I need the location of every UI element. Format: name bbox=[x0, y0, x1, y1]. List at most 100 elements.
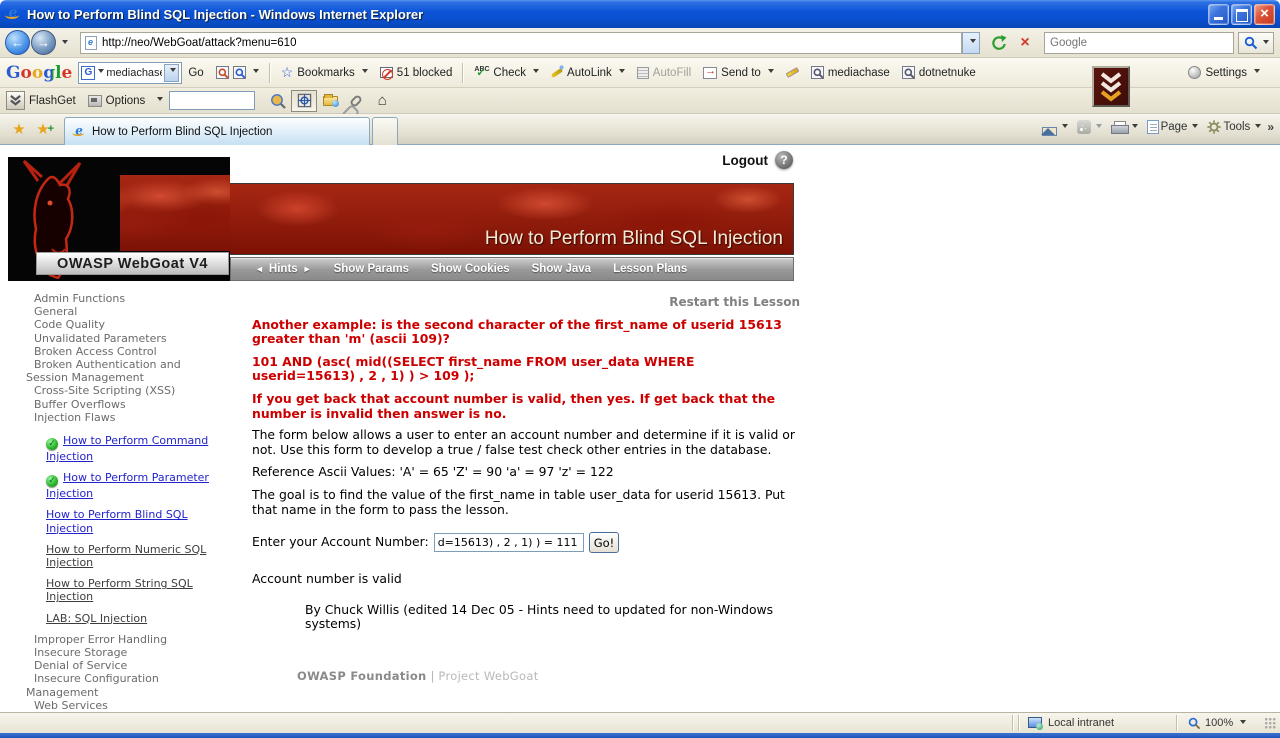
zoom-dropdown[interactable] bbox=[1240, 720, 1246, 727]
custom-search-mediachase-button[interactable]: mediachase bbox=[805, 61, 896, 85]
google-go-button[interactable]: Go bbox=[182, 61, 209, 85]
security-zone-panel[interactable]: Local intranet bbox=[1022, 717, 1174, 729]
highlighter-icon bbox=[785, 67, 799, 78]
popup-blocker-button[interactable]: 51 blocked bbox=[374, 61, 459, 85]
status-separator bbox=[1018, 715, 1020, 731]
lesson-item: LAB: SQL Injection bbox=[46, 612, 218, 625]
lesson-link-parameter-injection[interactable]: How to Perform Parameter Injection bbox=[46, 471, 209, 500]
search-tools-dropdown[interactable] bbox=[253, 69, 259, 76]
lesson-link-lab-sql-injection[interactable]: LAB: SQL Injection bbox=[46, 612, 147, 625]
close-button[interactable] bbox=[1254, 4, 1275, 25]
address-url[interactable]: http://neo/WebGoat/attack?menu=610 bbox=[102, 37, 296, 49]
autolink-button[interactable]: AutoLink bbox=[545, 61, 631, 85]
menu-show-params[interactable]: Show Params bbox=[334, 263, 409, 275]
menu-hints[interactable]: Hints bbox=[255, 263, 312, 275]
account-number-input[interactable] bbox=[434, 533, 584, 552]
title-bar: How to Perform Blind SQL Injection - Win… bbox=[0, 0, 1280, 28]
sidebar-category-unvalidated-parameters[interactable]: Unvalidated Parameters bbox=[10, 332, 210, 345]
flashget-links-button[interactable] bbox=[343, 90, 369, 112]
menu-lesson-plans[interactable]: Lesson Plans bbox=[613, 263, 687, 275]
print-button[interactable] bbox=[1108, 119, 1141, 136]
flashget-button[interactable]: FlashGet bbox=[0, 90, 82, 112]
sidebar-category-insecure-configuration[interactable]: Insecure Configuration Management bbox=[10, 672, 210, 698]
flashget-icon bbox=[6, 91, 25, 110]
lesson-link-string-sql-injection[interactable]: How to Perform String SQL Injection bbox=[46, 577, 193, 603]
minimize-button[interactable] bbox=[1208, 4, 1229, 25]
lesson-link-blind-sql-injection[interactable]: How to Perform Blind SQL Injection bbox=[46, 508, 188, 534]
settings-button[interactable]: Settings bbox=[1182, 61, 1266, 85]
flashget-site-explorer-button[interactable] bbox=[265, 90, 291, 112]
sidebar-category-web-services[interactable]: Web Services bbox=[10, 699, 210, 712]
favorites-center-button[interactable] bbox=[8, 120, 30, 140]
flashget-site-folder-button[interactable] bbox=[317, 90, 343, 112]
page-menu-button[interactable]: Page bbox=[1144, 118, 1202, 136]
sidebar-category-buffer-overflows[interactable]: Buffer Overflows bbox=[10, 398, 210, 411]
sidebar-category-general[interactable]: General bbox=[10, 305, 210, 318]
hints-next-icon[interactable] bbox=[303, 264, 312, 274]
flashget-options-button[interactable]: Options bbox=[82, 90, 170, 112]
maximize-button[interactable] bbox=[1231, 4, 1252, 25]
menu-show-java[interactable]: Show Java bbox=[532, 263, 591, 275]
search-site-button[interactable] bbox=[210, 61, 265, 85]
popup-blocked-icon bbox=[380, 67, 393, 78]
sidebar-category-injection-flaws[interactable]: Injection Flaws bbox=[10, 411, 210, 424]
sidebar-category-improper-error-handling[interactable]: Improper Error Handling bbox=[10, 633, 210, 646]
sidebar-category-code-quality[interactable]: Code Quality bbox=[10, 318, 210, 331]
google-search-dropdown[interactable] bbox=[164, 64, 179, 82]
status-bar: Local intranet 100% bbox=[0, 712, 1280, 733]
stop-button[interactable] bbox=[1013, 31, 1037, 55]
flashget-url-input[interactable] bbox=[169, 91, 255, 110]
spellcheck-icon bbox=[474, 66, 489, 80]
flashget-dropzone[interactable] bbox=[1092, 66, 1130, 107]
lesson-menubar: Hints Show Params Show Cookies Show Java… bbox=[230, 257, 794, 281]
project-webgoat-link[interactable]: Project WebGoat bbox=[438, 669, 538, 683]
lesson-item: How to Perform Command Injection bbox=[46, 434, 218, 463]
home-button[interactable] bbox=[1039, 119, 1071, 136]
footer-separator: | bbox=[431, 669, 435, 683]
autofill-icon bbox=[637, 67, 649, 79]
back-button[interactable] bbox=[5, 30, 30, 55]
options-dropdown[interactable] bbox=[157, 97, 163, 104]
lesson-link-numeric-sql-injection[interactable]: How to Perform Numeric SQL Injection bbox=[46, 543, 206, 569]
sidebar-category-xss[interactable]: Cross-Site Scripting (XSS) bbox=[10, 384, 210, 397]
spellcheck-button[interactable]: Check bbox=[468, 61, 545, 85]
tab-active[interactable]: How to Perform Blind SQL Injection bbox=[64, 117, 370, 145]
address-bar[interactable]: http://neo/WebGoat/attack?menu=610 bbox=[80, 32, 962, 54]
google-search-combo[interactable]: mediachase bbox=[78, 62, 182, 84]
send-to-button[interactable]: Send to bbox=[697, 61, 780, 85]
menu-show-cookies[interactable]: Show Cookies bbox=[431, 263, 510, 275]
owasp-foundation-link[interactable]: OWASP Foundation bbox=[297, 669, 427, 683]
search-options-dropdown[interactable] bbox=[1263, 40, 1269, 47]
recent-pages-dropdown[interactable] bbox=[62, 40, 68, 47]
status-separator bbox=[1176, 715, 1178, 731]
sidebar-category-admin-functions[interactable]: Admin Functions bbox=[10, 292, 210, 305]
search-input[interactable] bbox=[1044, 32, 1234, 54]
refresh-button[interactable] bbox=[986, 31, 1010, 55]
overflow-chevron-icon[interactable] bbox=[1267, 120, 1274, 134]
new-tab-button[interactable] bbox=[372, 117, 398, 145]
forward-button[interactable] bbox=[31, 30, 56, 55]
sidebar-category-broken-authentication[interactable]: Broken Authentication and Session Manage… bbox=[10, 358, 210, 384]
flashget-home-button[interactable] bbox=[369, 90, 395, 112]
hints-prev-icon[interactable] bbox=[255, 264, 264, 274]
flashget-monitor-button[interactable] bbox=[291, 90, 317, 112]
lesson-paragraph: The form below allows a user to enter an… bbox=[252, 428, 800, 457]
custom-search-dotnetnuke-button[interactable]: dotnetnuke bbox=[896, 61, 982, 85]
toolbar-separator bbox=[462, 63, 464, 83]
go-button[interactable]: Go! bbox=[589, 532, 620, 553]
search-box[interactable] bbox=[1044, 32, 1234, 54]
custom-search-icon bbox=[902, 66, 915, 79]
search-go-button[interactable] bbox=[1238, 32, 1274, 54]
lesson-link-command-injection[interactable]: How to Perform Command Injection bbox=[46, 434, 208, 463]
google-search-value[interactable]: mediachase bbox=[106, 67, 162, 79]
bookmarks-button[interactable]: Bookmarks bbox=[275, 61, 374, 85]
add-favorite-button[interactable]: + bbox=[32, 120, 54, 140]
sidebar-category-insecure-storage[interactable]: Insecure Storage bbox=[10, 646, 210, 659]
tools-menu-button[interactable]: Tools bbox=[1204, 118, 1264, 136]
sidebar-category-denial-of-service[interactable]: Denial of Service bbox=[10, 659, 210, 672]
restart-lesson-link[interactable]: Restart this Lesson bbox=[252, 292, 800, 310]
address-dropdown[interactable] bbox=[962, 32, 980, 54]
globe-search-icon bbox=[270, 93, 286, 109]
sidebar-category-broken-access-control[interactable]: Broken Access Control bbox=[10, 345, 210, 358]
highlighter-button[interactable] bbox=[780, 61, 805, 85]
